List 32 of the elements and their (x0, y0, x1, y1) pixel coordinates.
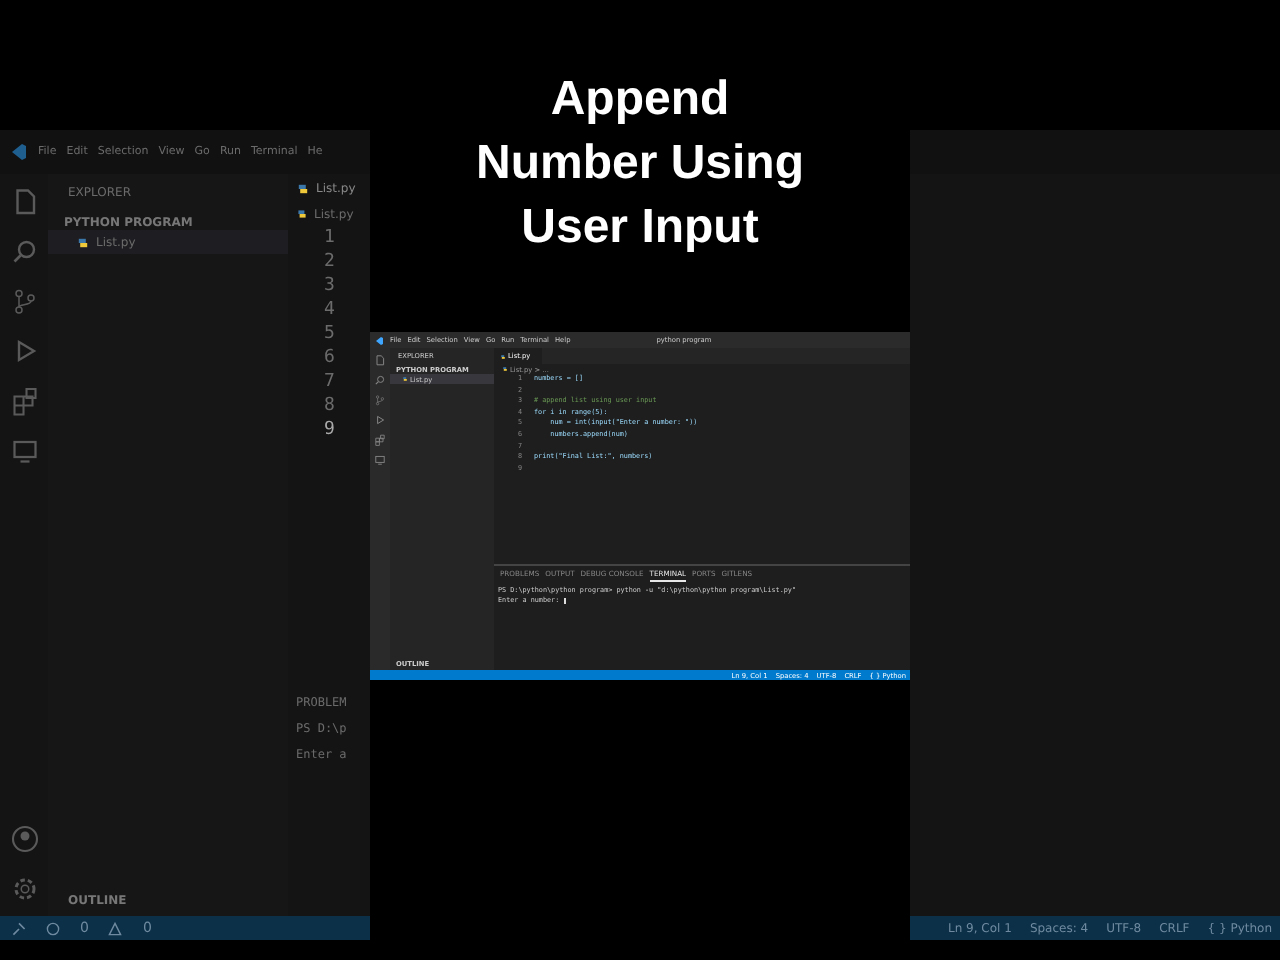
headline: Number Using (475, 134, 804, 194)
line-number: 6 (324, 346, 335, 370)
search-icon[interactable] (9, 236, 39, 266)
python-file-icon (296, 181, 310, 195)
search-icon[interactable] (374, 374, 386, 386)
editor-logo-icon (8, 142, 28, 162)
python-file-icon (402, 376, 408, 382)
line-number: 1 (324, 226, 335, 250)
line-number: 9 (324, 418, 335, 442)
text-cursor (563, 597, 567, 605)
account-icon[interactable] (9, 824, 39, 854)
python-file-icon (500, 353, 506, 359)
warning-icon[interactable] (108, 921, 123, 935)
line-number: 3 (324, 274, 335, 298)
settings-icon[interactable] (9, 874, 39, 904)
headline: User Input (521, 198, 759, 258)
python-file-icon (296, 208, 308, 220)
python-file-icon (502, 366, 508, 372)
extensions-icon[interactable] (9, 386, 39, 416)
extensions-icon[interactable] (374, 434, 386, 446)
error-icon[interactable] (46, 921, 60, 935)
run-icon[interactable] (374, 414, 386, 426)
line-number: 4 (324, 298, 335, 322)
line-number: 5 (324, 322, 335, 346)
files-icon[interactable] (374, 354, 386, 366)
python-file-icon (76, 235, 90, 249)
line-number: 7 (324, 370, 335, 394)
branch-icon[interactable] (374, 394, 386, 406)
branch-icon[interactable] (9, 286, 39, 316)
line-number: 8 (324, 394, 335, 418)
headline: Append (550, 70, 730, 130)
line-number: 2 (324, 250, 335, 274)
